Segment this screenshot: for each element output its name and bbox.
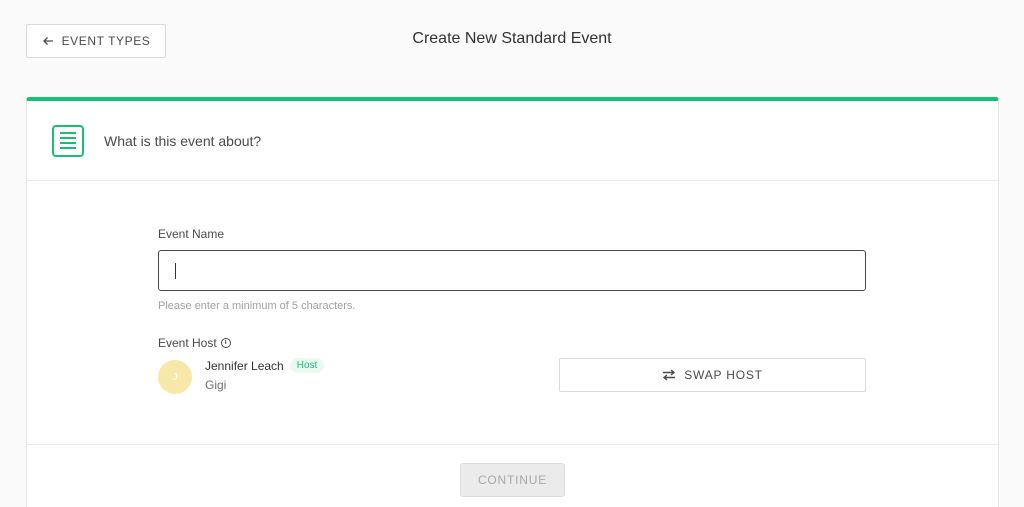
- event-form: Event Name Please enter a minimum of 5 c…: [158, 227, 867, 398]
- card-header: What is this event about?: [27, 101, 998, 181]
- document-icon: [52, 124, 84, 157]
- text-cursor: [175, 262, 176, 279]
- event-host-label: Event Host: [158, 336, 217, 350]
- host-name-row: Jennifer Leach Host: [205, 358, 325, 373]
- swap-icon: [663, 369, 676, 381]
- card-header-text: What is this event about?: [104, 132, 262, 149]
- host-name: Jennifer Leach: [205, 358, 284, 373]
- event-name-hint: Please enter a minimum of 5 characters.: [158, 300, 356, 312]
- card-footer: CONTINUE: [27, 444, 998, 507]
- event-form-card: What is this event about? Event Name Ple…: [26, 97, 999, 507]
- info-icon[interactable]: i: [220, 338, 231, 348]
- event-host-label-row: Event Host i: [158, 336, 867, 350]
- swap-host-label: SWAP HOST: [684, 368, 763, 382]
- event-name-label: Event Name: [158, 227, 225, 241]
- host-badge: Host: [289, 358, 325, 373]
- avatar: J: [158, 360, 192, 394]
- page-title: Create New Standard Event: [412, 30, 612, 47]
- host-subtitle: Gigi: [205, 378, 227, 392]
- event-name-input[interactable]: [158, 250, 866, 291]
- host-row: J Jennifer Leach Host Gigi SWAP HOST: [158, 358, 867, 398]
- continue-button[interactable]: CONTINUE: [460, 463, 565, 497]
- swap-host-button[interactable]: SWAP HOST: [559, 358, 866, 392]
